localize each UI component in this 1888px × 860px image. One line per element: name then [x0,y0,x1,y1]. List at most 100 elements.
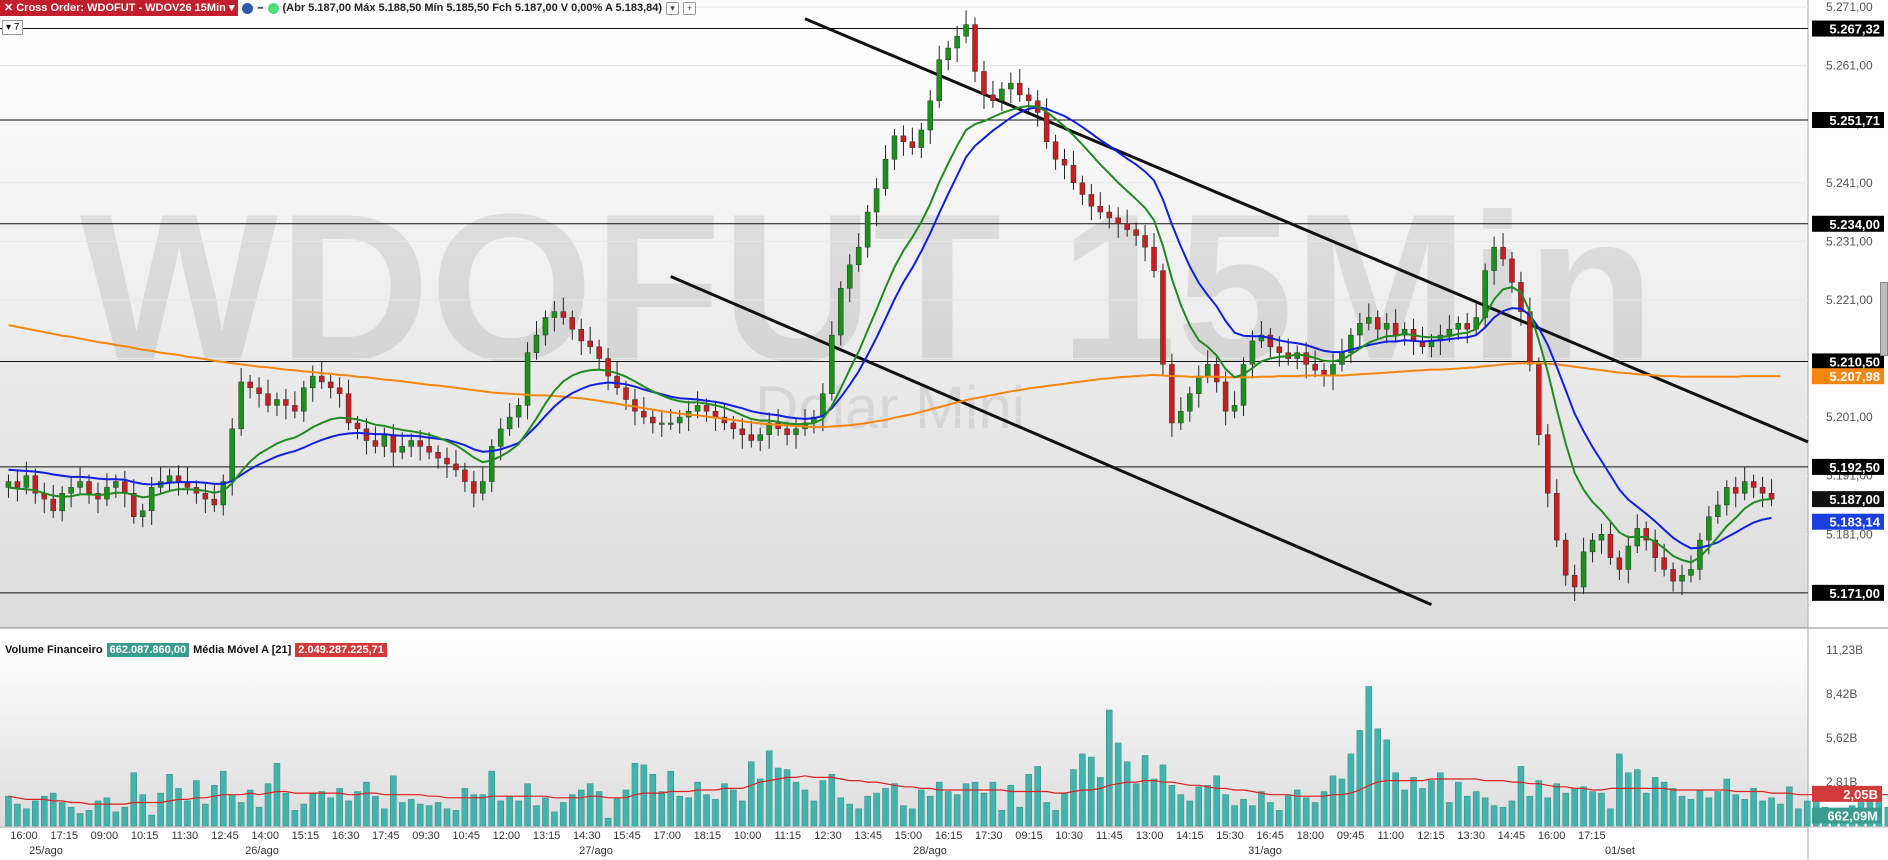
chevron-down-icon[interactable]: ▾ [229,0,235,16]
candle-down[interactable] [1106,211,1113,219]
candle-down[interactable] [417,440,423,447]
candle-down[interactable] [1661,557,1667,570]
candle-up[interactable] [927,100,934,131]
candle-down[interactable] [1732,487,1739,494]
candle-up[interactable] [515,405,522,418]
candle-up[interactable] [229,428,235,482]
candle-up[interactable] [1715,504,1721,517]
candle-up[interactable] [23,475,30,488]
candle-up[interactable] [533,334,540,353]
candle-up[interactable] [945,47,951,60]
candle-down[interactable] [318,375,325,383]
candle-down[interactable] [1061,159,1068,166]
candle-down[interactable] [569,317,576,330]
candle-up[interactable] [1446,328,1453,336]
candle-up[interactable] [1187,393,1193,412]
candle-down[interactable] [283,399,289,406]
candle-up[interactable] [1455,323,1462,330]
candle-down[interactable] [1312,364,1318,371]
candle-up[interactable] [381,434,388,447]
candle-down[interactable] [972,24,978,72]
candle-down[interactable] [50,498,56,512]
candle-up[interactable] [480,481,486,494]
candle-down[interactable] [1124,223,1130,230]
candle-down[interactable] [1043,112,1050,142]
candle-down[interactable] [1160,270,1166,365]
candle-up[interactable] [148,487,155,512]
candle-down[interactable] [444,457,450,465]
candle-up[interactable] [1240,364,1247,406]
candle-up[interactable] [274,399,280,406]
candle-up[interactable] [542,317,549,336]
candle-down[interactable] [256,387,262,394]
candle-down[interactable] [1553,493,1560,541]
candle-down[interactable] [1374,317,1381,330]
chart-canvas[interactable]: WDOFUT 15Min Dolar Mini 5.271,005.261,00… [0,0,1888,860]
candle-down[interactable] [122,481,128,494]
candle-down[interactable] [336,387,343,394]
candle-up[interactable] [864,211,871,248]
candle-up[interactable] [936,59,942,101]
candle-up[interactable] [694,405,701,412]
candle-down[interactable] [909,141,916,148]
candle-down[interactable] [900,135,907,142]
candle-up[interactable] [829,334,835,394]
candle-down[interactable] [1759,487,1766,494]
candle-down[interactable] [372,440,379,447]
candle-up[interactable] [1580,551,1587,588]
candle-down[interactable] [703,405,710,412]
candle-down[interactable] [1169,364,1175,424]
candle-down[interactable] [14,481,21,488]
candle-down[interactable] [462,469,468,482]
candle-down[interactable] [1097,205,1104,213]
candle-down[interactable] [578,328,584,342]
candle-up[interactable] [1598,534,1605,541]
candle-up[interactable] [238,381,244,430]
candle-down[interactable] [623,387,629,400]
candle-down[interactable] [1213,364,1220,383]
candle-down[interactable] [1017,82,1023,96]
status-green-icon[interactable] [267,2,279,14]
candle-up[interactable] [882,159,889,189]
candle-down[interactable] [1750,481,1757,488]
candle-up[interactable] [659,422,665,425]
close-icon[interactable]: ✕ [4,0,13,16]
candle-up[interactable] [1688,569,1694,576]
candle-up[interactable] [1724,487,1730,506]
candle-up[interactable] [1196,375,1202,394]
candle-down[interactable] [354,422,361,430]
candle-down[interactable] [390,434,397,453]
scroll-handle[interactable] [1880,282,1888,356]
candle-down[interactable] [426,446,432,453]
candle-down[interactable] [202,493,209,500]
candle-up[interactable] [1679,575,1685,582]
candle-up[interactable] [408,440,414,447]
candle-up[interactable] [68,487,74,494]
period-selector[interactable]: ▾ 7 [2,20,24,35]
candle-up[interactable] [667,422,674,425]
candle-up[interactable] [1625,545,1632,570]
candle-up[interactable] [5,481,12,488]
candle-down[interactable] [641,410,647,418]
candle-up[interactable] [166,475,173,482]
candle-down[interactable] [1500,246,1506,260]
candle-down[interactable] [1133,229,1139,236]
candle-up[interactable] [1330,364,1336,377]
minus-icon[interactable]: – [257,2,263,14]
candle-down[interactable] [990,94,996,101]
candle-down[interactable] [981,71,987,96]
candle-down[interactable] [131,493,137,517]
candle-up[interactable] [1491,246,1497,271]
candle-up[interactable] [301,387,307,412]
candle-down[interactable] [1222,381,1229,412]
candle-down[interactable] [560,311,567,318]
candle-up[interactable] [1357,323,1363,336]
candle-down[interactable] [1392,323,1399,336]
candle-up[interactable] [846,264,853,289]
candle-up[interactable] [891,135,898,160]
candle-down[interactable] [292,405,298,412]
add-indicator-icon[interactable]: + [683,1,697,15]
candle-down[interactable] [1115,217,1121,225]
candle-up[interactable] [1706,516,1712,541]
candle-down[interactable] [1276,346,1283,353]
